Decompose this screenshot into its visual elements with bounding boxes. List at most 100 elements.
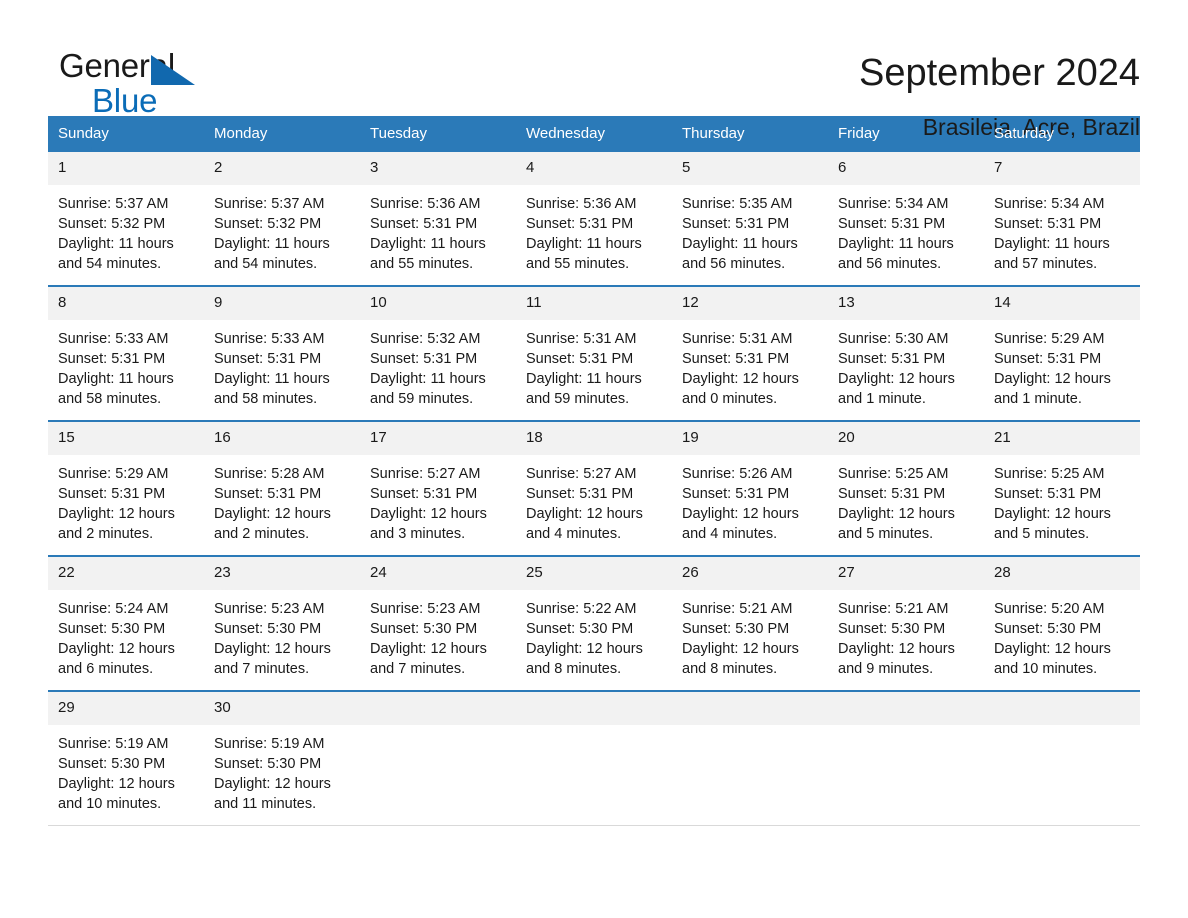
- sunrise-text: Sunrise: 5:34 AM: [838, 196, 949, 212]
- day-cell[interactable]: 5 Sunrise: 5:35 AM Sunset: 5:31 PM Daylight…: [672, 152, 828, 286]
- day-number: 23: [204, 557, 360, 590]
- day-number: 21: [984, 422, 1140, 455]
- sunset-text: Sunset: 5:31 PM: [838, 351, 946, 367]
- sunset-text: Sunset: 5:31 PM: [214, 486, 322, 502]
- day-number: 10: [360, 287, 516, 320]
- day-number: 25: [516, 557, 672, 590]
- sunrise-text: Sunrise: 5:30 AM: [838, 331, 949, 347]
- weekday-header-tuesday: Tuesday: [360, 116, 516, 152]
- day-cell[interactable]: 19 Sunrise: 5:26 AM Sunset: 5:31 PM Dayligh…: [672, 420, 828, 556]
- daylight-text: Daylight: 11 hours and 59 minutes.: [370, 371, 486, 407]
- day-number: 29: [48, 692, 204, 725]
- day-cell-empty: [984, 690, 1140, 826]
- bottom-border-cell: [516, 825, 672, 826]
- day-number: 24: [360, 557, 516, 590]
- general-blue-logo[interactable]: General Blue: [48, 48, 258, 124]
- day-number: 5: [672, 152, 828, 185]
- day-number: 22: [48, 557, 204, 590]
- day-cell[interactable]: 17 Sunrise: 5:27 AM Sunset: 5:31 PM Dayligh…: [360, 420, 516, 556]
- bottom-border-cell: [984, 825, 1140, 826]
- day-cell[interactable]: 3 Sunrise: 5:36 AM Sunset: 5:31 PM Daylight…: [360, 152, 516, 286]
- day-cell[interactable]: 26 Sunrise: 5:21 AM Sunset: 5:30 PM Dayligh…: [672, 555, 828, 691]
- sunrise-text: Sunrise: 5:20 AM: [994, 601, 1105, 617]
- sunrise-text: Sunrise: 5:33 AM: [58, 331, 169, 347]
- sunrise-text: Sunrise: 5:24 AM: [58, 601, 169, 617]
- day-details: Sunrise: 5:28 AM Sunset: 5:31 PM Daylight:…: [204, 455, 360, 544]
- triangle-icon: [151, 55, 195, 85]
- weekday-header-wednesday: Wednesday: [516, 116, 672, 152]
- day-number: 27: [828, 557, 984, 590]
- sunrise-text: Sunrise: 5:19 AM: [214, 736, 325, 752]
- day-cell[interactable]: 13 Sunrise: 5:30 AM Sunset: 5:31 PM Dayligh…: [828, 285, 984, 421]
- day-cell[interactable]: 18 Sunrise: 5:27 AM Sunset: 5:31 PM Dayligh…: [516, 420, 672, 556]
- day-number: 20: [828, 422, 984, 455]
- day-cell[interactable]: 25 Sunrise: 5:22 AM Sunset: 5:30 PM Dayligh…: [516, 555, 672, 691]
- day-cell[interactable]: 21 Sunrise: 5:25 AM Sunset: 5:31 PM Dayligh…: [984, 420, 1140, 556]
- day-cell[interactable]: 1 Sunrise: 5:37 AM Sunset: 5:32 PM Daylight…: [48, 152, 204, 286]
- day-cell[interactable]: 16 Sunrise: 5:28 AM Sunset: 5:31 PM Dayligh…: [204, 420, 360, 556]
- sunrise-text: Sunrise: 5:27 AM: [526, 466, 637, 482]
- day-cell[interactable]: 11 Sunrise: 5:31 AM Sunset: 5:31 PM Dayligh…: [516, 285, 672, 421]
- day-cell[interactable]: 20 Sunrise: 5:25 AM Sunset: 5:31 PM Dayligh…: [828, 420, 984, 556]
- day-number: 14: [984, 287, 1140, 320]
- day-details: Sunrise: 5:19 AM Sunset: 5:30 PM Daylight:…: [204, 725, 360, 814]
- day-details: Sunrise: 5:29 AM Sunset: 5:31 PM Daylight:…: [48, 455, 204, 544]
- day-cell[interactable]: 8 Sunrise: 5:33 AM Sunset: 5:31 PM Daylight…: [48, 285, 204, 421]
- day-cell[interactable]: 15 Sunrise: 5:29 AM Sunset: 5:31 PM Dayligh…: [48, 420, 204, 556]
- daylight-text: Daylight: 12 hours and 0 minutes.: [682, 371, 799, 407]
- daylight-text: Daylight: 11 hours and 59 minutes.: [526, 371, 642, 407]
- day-cell[interactable]: 2 Sunrise: 5:37 AM Sunset: 5:32 PM Daylight…: [204, 152, 360, 286]
- calendar-body: 1 Sunrise: 5:37 AM Sunset: 5:32 PM Daylight…: [48, 152, 1140, 826]
- sunrise-text: Sunrise: 5:36 AM: [526, 196, 637, 212]
- day-cell[interactable]: 14 Sunrise: 5:29 AM Sunset: 5:31 PM Dayligh…: [984, 285, 1140, 421]
- day-details: Sunrise: 5:20 AM Sunset: 5:30 PM Daylight:…: [984, 590, 1140, 679]
- day-cell[interactable]: 29 Sunrise: 5:19 AM Sunset: 5:30 PM Dayligh…: [48, 690, 204, 826]
- day-cell[interactable]: 6 Sunrise: 5:34 AM Sunset: 5:31 PM Daylight…: [828, 152, 984, 286]
- day-cell[interactable]: 23 Sunrise: 5:23 AM Sunset: 5:30 PM Dayligh…: [204, 555, 360, 691]
- day-cell[interactable]: 22 Sunrise: 5:24 AM Sunset: 5:30 PM Dayligh…: [48, 555, 204, 691]
- day-cell[interactable]: 9 Sunrise: 5:33 AM Sunset: 5:31 PM Daylight…: [204, 285, 360, 421]
- week-row: 15 Sunrise: 5:29 AM Sunset: 5:31 PM Dayligh…: [48, 420, 1140, 556]
- daylight-text: Daylight: 11 hours and 56 minutes.: [682, 236, 798, 272]
- day-number: 13: [828, 287, 984, 320]
- day-number: [516, 692, 672, 725]
- sunset-text: Sunset: 5:30 PM: [526, 621, 634, 637]
- bottom-border-cell: [672, 825, 828, 826]
- sunrise-text: Sunrise: 5:35 AM: [682, 196, 793, 212]
- sunset-text: Sunset: 5:30 PM: [370, 621, 478, 637]
- daylight-text: Daylight: 11 hours and 57 minutes.: [994, 236, 1110, 272]
- sunset-text: Sunset: 5:31 PM: [526, 216, 634, 232]
- day-cell[interactable]: 12 Sunrise: 5:31 AM Sunset: 5:31 PM Dayligh…: [672, 285, 828, 421]
- sunset-text: Sunset: 5:31 PM: [58, 351, 166, 367]
- day-number: [984, 692, 1140, 725]
- sunset-text: Sunset: 5:30 PM: [214, 756, 322, 772]
- bottom-border-cell: [828, 825, 984, 826]
- daylight-text: Daylight: 11 hours and 58 minutes.: [58, 371, 174, 407]
- day-cell[interactable]: 7 Sunrise: 5:34 AM Sunset: 5:31 PM Daylight…: [984, 152, 1140, 286]
- sunset-text: Sunset: 5:30 PM: [58, 756, 166, 772]
- day-cell[interactable]: 4 Sunrise: 5:36 AM Sunset: 5:31 PM Daylight…: [516, 152, 672, 286]
- sunrise-text: Sunrise: 5:31 AM: [682, 331, 793, 347]
- bottom-border-cell: [204, 825, 360, 826]
- day-cell[interactable]: 28 Sunrise: 5:20 AM Sunset: 5:30 PM Dayligh…: [984, 555, 1140, 691]
- day-number: 8: [48, 287, 204, 320]
- sunset-text: Sunset: 5:31 PM: [682, 216, 790, 232]
- daylight-text: Daylight: 11 hours and 55 minutes.: [370, 236, 486, 272]
- day-cell[interactable]: 24 Sunrise: 5:23 AM Sunset: 5:30 PM Dayligh…: [360, 555, 516, 691]
- calendar-page: General Blue September 2024 Brasileia, A…: [0, 0, 1188, 918]
- daylight-text: Daylight: 12 hours and 1 minute.: [994, 371, 1111, 407]
- sunset-text: Sunset: 5:31 PM: [838, 486, 946, 502]
- sunrise-text: Sunrise: 5:19 AM: [58, 736, 169, 752]
- day-details: Sunrise: 5:19 AM Sunset: 5:30 PM Daylight:…: [48, 725, 204, 814]
- weekday-header-thursday: Thursday: [672, 116, 828, 152]
- daylight-text: Daylight: 11 hours and 58 minutes.: [214, 371, 330, 407]
- day-number: 28: [984, 557, 1140, 590]
- day-cell[interactable]: 10 Sunrise: 5:32 AM Sunset: 5:31 PM Dayligh…: [360, 285, 516, 421]
- day-cell[interactable]: 30 Sunrise: 5:19 AM Sunset: 5:30 PM Dayligh…: [204, 690, 360, 826]
- day-details: Sunrise: 5:35 AM Sunset: 5:31 PM Daylight:…: [672, 185, 828, 274]
- day-details: Sunrise: 5:21 AM Sunset: 5:30 PM Daylight:…: [672, 590, 828, 679]
- sunrise-text: Sunrise: 5:22 AM: [526, 601, 637, 617]
- day-details: Sunrise: 5:24 AM Sunset: 5:30 PM Daylight:…: [48, 590, 204, 679]
- day-cell[interactable]: 27 Sunrise: 5:21 AM Sunset: 5:30 PM Dayligh…: [828, 555, 984, 691]
- sunset-text: Sunset: 5:31 PM: [370, 486, 478, 502]
